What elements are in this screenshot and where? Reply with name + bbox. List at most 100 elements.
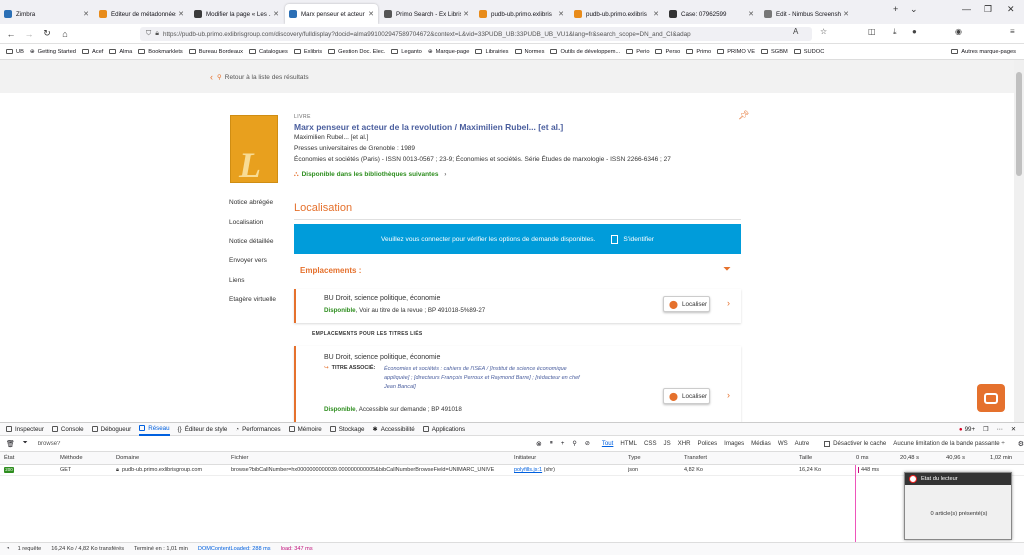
column-header[interactable]: Initiateur xyxy=(514,455,536,461)
block-icon[interactable]: ⊘ xyxy=(585,440,590,447)
column-header[interactable]: Taille xyxy=(799,455,812,461)
bookmark[interactable]: Gestion Doc. Elec. xyxy=(328,49,385,55)
bookmark[interactable]: Normes xyxy=(514,49,544,55)
close-icon[interactable]: ✕ xyxy=(558,10,564,18)
throttling-select[interactable]: Aucune limitation de la bande passante ÷ xyxy=(893,440,1004,447)
close-icon[interactable]: ✕ xyxy=(83,10,89,18)
bookmark-other[interactable]: Autres marque-pages xyxy=(951,49,1016,55)
close-icon[interactable]: ✕ xyxy=(178,10,184,18)
filter-type-js[interactable]: JS xyxy=(664,440,671,447)
close-icon[interactable]: ✕ xyxy=(748,10,754,18)
page-scrollbar[interactable] xyxy=(1014,60,1024,422)
shield-icon[interactable]: ⛉ xyxy=(146,30,151,38)
devtools-tab-applications[interactable]: Applications xyxy=(422,422,465,436)
devtools-tab-debugger[interactable]: Débogueur xyxy=(91,422,131,436)
account-icon[interactable]: ◉ xyxy=(955,27,962,36)
filter-type-media[interactable]: Médias xyxy=(751,440,771,447)
close-window-icon[interactable]: ✕ xyxy=(1007,4,1015,15)
scrollbar-thumb[interactable] xyxy=(1016,72,1022,176)
pause-icon[interactable]: ⏸ xyxy=(550,440,553,447)
bookmark[interactable]: Catalogues xyxy=(249,49,288,55)
star-icon[interactable]: ☆ xyxy=(820,27,827,36)
column-header[interactable]: Transfert xyxy=(684,455,707,461)
table-row[interactable]: 200 GET 🔒︎ pudb-ub.primo.exlibrisgroup.co… xyxy=(0,465,1024,476)
devtools-tab-network[interactable]: Réseau xyxy=(139,422,170,436)
column-header[interactable]: Domaine xyxy=(116,455,139,461)
bookmark[interactable]: Bookmarklets xyxy=(138,49,183,55)
filter-urls-input[interactable] xyxy=(37,440,428,447)
bookmark[interactable]: Leganto xyxy=(391,49,422,55)
trash-icon[interactable]: 🗑︎ xyxy=(6,440,15,448)
chevron-down-icon[interactable]: ⌄ xyxy=(910,4,918,15)
error-count[interactable]: ● 99+ xyxy=(959,422,975,436)
devtools-tab-memory[interactable]: Mémoire xyxy=(288,422,322,436)
bookmark[interactable]: ⊕ Getting Started xyxy=(30,49,76,55)
filter-type-images[interactable]: Images xyxy=(724,440,744,447)
forward-arrow-icon[interactable]: → xyxy=(22,29,36,39)
bookmark[interactable]: Exlibris xyxy=(293,49,322,55)
bookmark[interactable]: ⊕ Marque-page xyxy=(428,49,470,55)
browser-tab[interactable]: Modifier la page « Les ... ✕ xyxy=(190,4,283,24)
devtools-tab-accessibility[interactable]: ✱ Accessibilité xyxy=(373,422,415,436)
download-icon[interactable]: ⤓ xyxy=(893,27,897,37)
devtools-tab-storage[interactable]: Stockage xyxy=(329,422,365,436)
chat-button[interactable] xyxy=(977,384,1005,412)
settings-icon[interactable]: ⚙ xyxy=(1018,440,1024,448)
filter-type-all[interactable]: Tout xyxy=(602,440,614,447)
clear-filter-icon[interactable]: ⊗ xyxy=(536,440,542,448)
bookmark[interactable]: Bureau Bordeaux xyxy=(188,49,243,55)
back-arrow-icon[interactable]: ← xyxy=(4,29,18,39)
devtools-tab-style-editor[interactable]: {} Éditeur de style xyxy=(178,422,228,436)
column-header[interactable]: État xyxy=(4,455,14,461)
column-header[interactable]: Méthode xyxy=(60,455,83,461)
initiator-link[interactable]: polyfills.js:1 xyxy=(514,467,542,473)
browser-tab[interactable]: pudb-ub.primo.exlibris ✕ xyxy=(475,4,568,24)
devtools-tab-console[interactable]: Console xyxy=(51,422,84,436)
column-header[interactable]: Type xyxy=(628,455,641,461)
close-icon[interactable]: ✕ xyxy=(273,10,279,18)
bookmark[interactable]: SUDOC xyxy=(793,49,824,55)
close-icon[interactable]: ✕ xyxy=(463,10,469,18)
devtools-tab-inspector[interactable]: Inspecteur xyxy=(6,422,44,436)
search-icon[interactable]: ⚲ xyxy=(572,440,576,447)
bookmark[interactable]: Acef xyxy=(81,49,103,55)
browser-tab[interactable]: pudb-ub.primo.exlibris ✕ xyxy=(570,4,663,24)
filter-type-html[interactable]: HTML xyxy=(620,440,637,447)
reload-icon[interactable]: ↻ xyxy=(40,28,54,39)
filter-type-xhr[interactable]: XHR xyxy=(678,440,691,447)
bookmark[interactable]: Outils de développem... xyxy=(550,49,620,55)
close-devtools-icon[interactable]: ✕ xyxy=(1011,422,1016,436)
bookmark[interactable]: UB xyxy=(6,49,24,55)
browser-tab[interactable]: Éditeur de métadonnées ✕ xyxy=(95,4,188,24)
filter-type-fonts[interactable]: Polices xyxy=(698,440,718,447)
bookmark[interactable]: Perso xyxy=(655,49,680,55)
url-bar[interactable]: ⛉ 🔒︎ xyxy=(140,27,812,41)
pocket-icon[interactable]: ◫ xyxy=(868,27,876,36)
browser-tab[interactable]: Edit - Nimbus Screenshot ✕ xyxy=(760,4,853,24)
bookmark[interactable]: Librairies xyxy=(475,49,509,55)
menu-icon[interactable]: ≡ xyxy=(1010,27,1015,36)
lock-icon[interactable]: 🔒︎ xyxy=(155,30,159,38)
bookmark[interactable]: SGBM xyxy=(761,49,788,55)
back-to-results-link[interactable]: ‹ ⚲ Retour à la liste des résultats xyxy=(210,72,309,82)
close-icon[interactable]: ✕ xyxy=(843,10,849,18)
filter-type-ws[interactable]: WS xyxy=(778,440,788,447)
minimize-icon[interactable]: — xyxy=(962,4,971,14)
browser-tab-active[interactable]: Marx penseur et acteur ✕ xyxy=(285,4,378,24)
bookmark[interactable]: Alma xyxy=(109,49,132,55)
translate-icon[interactable]: A xyxy=(793,27,798,36)
disable-cache-checkbox[interactable] xyxy=(824,440,831,447)
browser-tab[interactable]: Primo Search - Ex Libris ✕ xyxy=(380,4,473,24)
filter-type-css[interactable]: CSS xyxy=(644,440,657,447)
extension-icon[interactable]: ● xyxy=(912,27,917,36)
dock-icon[interactable]: ❐ xyxy=(983,422,989,436)
bookmark[interactable]: Perio xyxy=(626,49,649,55)
devtools-tab-performance[interactable]: ◔ Performances xyxy=(235,422,280,436)
bookmark[interactable]: Primo xyxy=(686,49,711,55)
maximize-icon[interactable]: ❐ xyxy=(984,4,992,15)
add-icon[interactable]: + xyxy=(561,441,565,447)
browser-tab[interactable]: Case: 07962599 ✕ xyxy=(665,4,758,24)
home-icon[interactable]: ⌂ xyxy=(58,29,72,39)
bookmark[interactable]: PRIMO VE xyxy=(717,49,755,55)
browser-tab[interactable]: Zimbra ✕ xyxy=(0,4,93,24)
